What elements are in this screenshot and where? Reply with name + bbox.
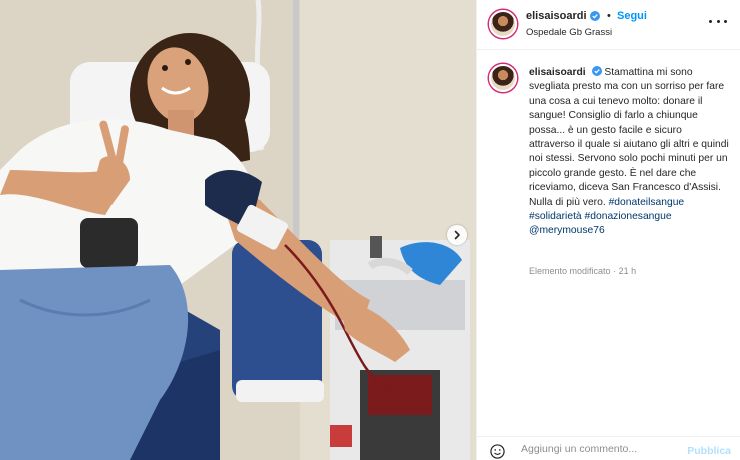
caption-username[interactable]: elisaisoardi bbox=[529, 67, 586, 78]
comment-bar: Pubblica bbox=[477, 436, 740, 460]
publish-button[interactable]: Pubblica bbox=[687, 445, 731, 457]
emoji-icon[interactable] bbox=[490, 444, 505, 459]
verified-badge-icon bbox=[591, 66, 602, 76]
post-header: elisaisoardi • Segui Ospedale Gb Grassi bbox=[477, 0, 740, 50]
caption-avatar[interactable] bbox=[489, 64, 517, 92]
mention-link[interactable]: @merymouse76 bbox=[529, 225, 605, 236]
hashtag-link[interactable]: #donazionesangue bbox=[585, 211, 672, 222]
avatar[interactable] bbox=[489, 10, 517, 38]
time-separator: · bbox=[613, 266, 617, 276]
caption-body: Stamattina mi sono svegliata presto ma c… bbox=[529, 67, 729, 208]
caption-text: elisaisoardi Stamattina mi sono svegliat… bbox=[529, 66, 729, 239]
chevron-right-icon bbox=[454, 230, 460, 240]
post-username[interactable]: elisaisoardi bbox=[526, 10, 600, 22]
next-image-button[interactable] bbox=[447, 225, 467, 245]
post-meta: Elemento modificato · 21 h bbox=[529, 266, 636, 276]
location-link[interactable]: Ospedale Gb Grassi bbox=[526, 27, 612, 38]
follow-button[interactable]: Segui bbox=[617, 10, 647, 22]
hashtag-link[interactable]: #donateilsangue bbox=[609, 197, 685, 208]
timestamp[interactable]: 21 h bbox=[619, 266, 637, 276]
verified-badge-icon bbox=[589, 11, 600, 21]
username-text[interactable]: elisaisoardi bbox=[526, 10, 587, 22]
comment-input[interactable] bbox=[521, 443, 671, 455]
post-side-panel: elisaisoardi • Segui Ospedale Gb Grassi … bbox=[476, 0, 740, 460]
hashtag-link[interactable]: #solidarietà bbox=[529, 211, 582, 222]
more-options-icon[interactable] bbox=[709, 14, 727, 28]
edited-label: Elemento modificato bbox=[529, 266, 611, 276]
blood-donation-photo bbox=[0, 0, 476, 460]
separator-dot: • bbox=[607, 10, 611, 22]
post-photo[interactable] bbox=[0, 0, 476, 460]
